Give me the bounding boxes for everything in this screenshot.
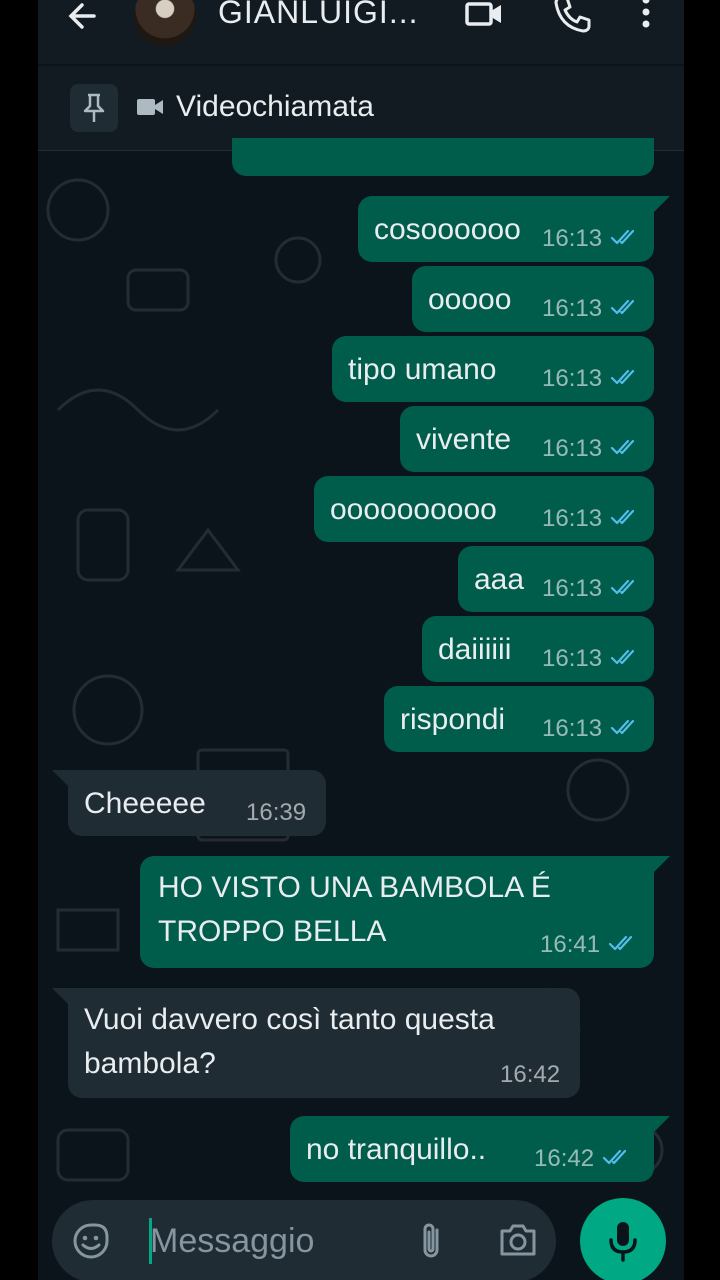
message-list: cosoooooo 16:13 ooooo 16:13 tipo umano 16:13 v… xyxy=(38,138,684,1200)
avatar[interactable] xyxy=(134,0,196,46)
bubble-tail xyxy=(654,1116,670,1132)
incoming-message[interactable]: Cheeeee 16:39 xyxy=(52,770,326,836)
message-time: 16:13 xyxy=(542,505,603,532)
message-text: cosoooooo xyxy=(374,213,521,246)
double-check-icon xyxy=(610,299,635,315)
bubble-tail xyxy=(654,856,670,872)
double-check-icon xyxy=(602,1149,627,1165)
outgoing-message[interactable]: cosoooooo 16:13 xyxy=(358,196,670,262)
video-call-icon[interactable] xyxy=(464,0,504,34)
message-text: Cheeeee xyxy=(84,787,206,820)
bubble-tail xyxy=(654,196,670,212)
message-time: 16:42 xyxy=(500,1061,561,1088)
outgoing-message[interactable]: aaa 16:13 xyxy=(458,546,654,612)
message-time: 16:13 xyxy=(542,295,603,322)
message-composer[interactable]: Messaggio xyxy=(52,1200,556,1280)
bubble-tail xyxy=(52,988,68,1004)
message-text: daiiiiii xyxy=(438,633,512,666)
message-text: rispondi xyxy=(400,703,506,736)
outgoing-message[interactable]: rispondi 16:13 xyxy=(384,686,654,752)
incoming-message[interactable]: Vuoi davvero così tanto questa bambola? 1… xyxy=(52,988,580,1098)
double-check-icon xyxy=(610,439,635,455)
sticker-icon[interactable] xyxy=(72,1222,110,1260)
mic-icon xyxy=(609,1222,637,1262)
message-bubble-partial xyxy=(232,138,654,176)
mic-button[interactable] xyxy=(580,1198,666,1280)
pin-button[interactable] xyxy=(70,84,118,132)
message-time: 16:42 xyxy=(534,1145,595,1172)
pinned-label: Videochiamata xyxy=(176,90,374,123)
message-text: vivente xyxy=(416,423,512,456)
message-input[interactable]: Messaggio xyxy=(150,1222,314,1261)
message-time: 16:13 xyxy=(542,225,603,252)
double-check-icon xyxy=(610,579,635,595)
message-text: ooooo xyxy=(428,283,512,316)
pin-icon xyxy=(83,93,105,122)
double-check-icon xyxy=(608,935,633,951)
videocam-icon xyxy=(137,99,163,115)
chat-header: GIANLUIGI... xyxy=(38,0,684,64)
outgoing-message[interactable]: tipo umano 16:13 xyxy=(332,336,654,402)
outgoing-message[interactable]: ooooo 16:13 xyxy=(412,266,654,332)
message-time: 16:13 xyxy=(542,365,603,392)
message-text: tipo umano xyxy=(348,353,497,386)
double-check-icon xyxy=(610,229,635,245)
message-time: 16:13 xyxy=(542,715,603,742)
chat-screen: GIANLUIGI... Videochiamata cosoooooo 16:1… xyxy=(38,0,684,1280)
double-check-icon xyxy=(610,719,635,735)
message-time: 16:13 xyxy=(542,645,603,672)
arrow-left-icon[interactable] xyxy=(64,0,104,36)
outgoing-message[interactable]: oooooooooo 16:13 xyxy=(314,476,654,542)
double-check-icon xyxy=(610,649,635,665)
double-check-icon xyxy=(610,369,635,385)
message-text: aaa xyxy=(474,563,525,596)
more-vertical-icon[interactable] xyxy=(636,0,656,34)
message-time: 16:13 xyxy=(542,575,603,602)
camera-icon[interactable] xyxy=(498,1222,538,1258)
message-time: 16:41 xyxy=(540,931,601,958)
message-time: 16:13 xyxy=(542,435,603,462)
message-time: 16:39 xyxy=(246,799,307,826)
message-text: no tranquillo.. xyxy=(306,1133,487,1166)
outgoing-message[interactable]: daiiiiii 16:13 xyxy=(422,616,654,682)
message-text: oooooooooo xyxy=(330,493,497,526)
bubble-tail xyxy=(52,770,68,786)
outgoing-message[interactable]: vivente 16:13 xyxy=(400,406,654,472)
double-check-icon xyxy=(610,509,635,525)
phone-icon[interactable] xyxy=(552,0,592,34)
outgoing-message[interactable]: HO VISTO UNA BAMBOLA É TROPPO BELLA 16:41 xyxy=(140,856,670,968)
attach-icon[interactable] xyxy=(418,1220,446,1262)
contact-name[interactable]: GIANLUIGI... xyxy=(218,0,418,31)
outgoing-message[interactable]: no tranquillo.. 16:42 xyxy=(290,1116,670,1182)
